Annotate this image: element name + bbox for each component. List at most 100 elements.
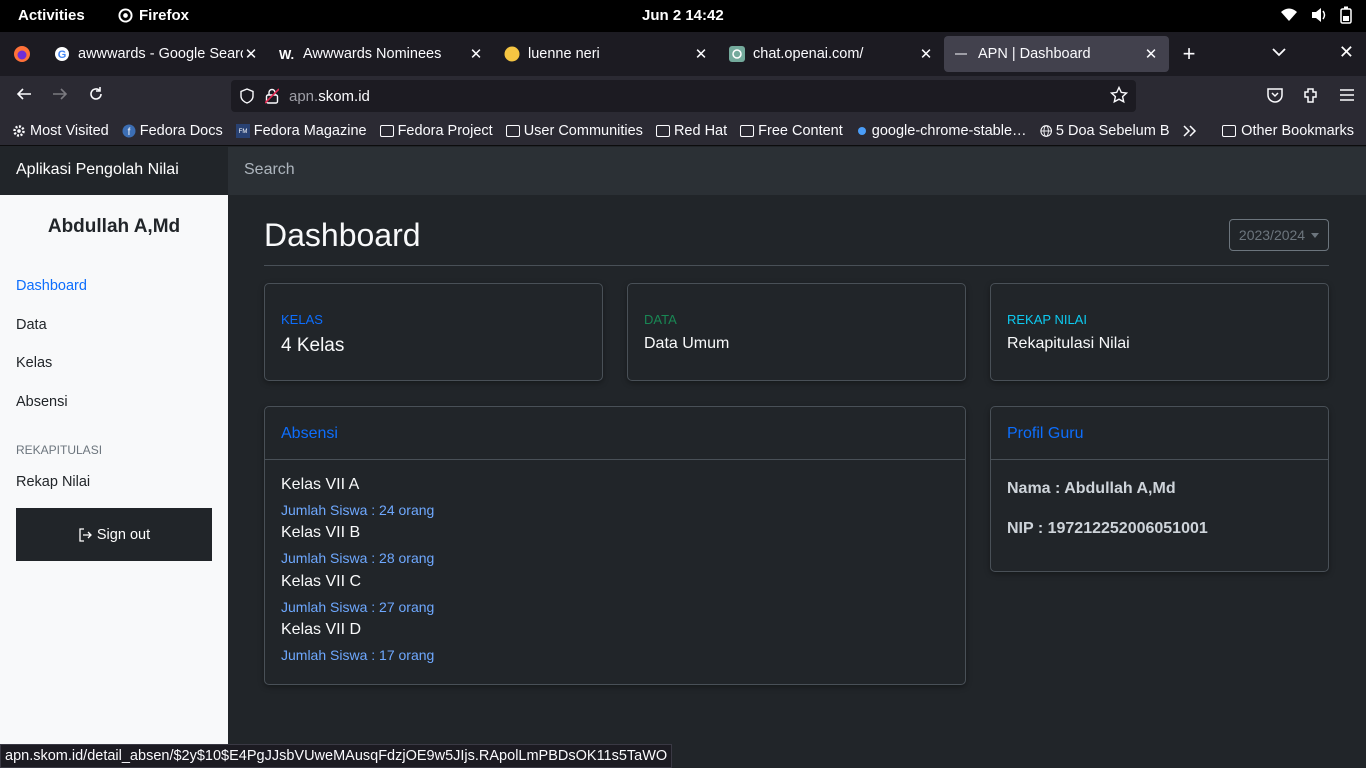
absensi-header: Absensi <box>265 407 965 460</box>
navigation-toolbar: apn.skom.id <box>0 76 1366 116</box>
sidebar: Abdullah A,Md Dashboard Data Kelas Absen… <box>0 195 228 744</box>
window-close-button[interactable]: ✕ <box>1339 42 1354 63</box>
bookmark-fedora-magazine[interactable]: FM Fedora Magazine <box>235 123 367 139</box>
hamburger-menu-icon[interactable] <box>1338 86 1356 104</box>
kelas-name: Kelas VII B <box>281 524 361 541</box>
sidebar-item-rekap-nilai[interactable]: Rekap Nilai <box>16 474 90 490</box>
tab-title: chat.openai.com/ <box>753 46 864 62</box>
search-input[interactable]: Search <box>228 147 1366 195</box>
bookmark-most-visited[interactable]: Most Visited <box>12 123 109 139</box>
fm-icon: FM <box>235 123 250 138</box>
bookmark-label: Fedora Project <box>397 122 493 139</box>
reload-icon <box>90 86 102 100</box>
page-title: Dashboard <box>264 217 421 253</box>
pocket-icon[interactable] <box>1266 86 1284 104</box>
title-divider <box>264 265 1329 266</box>
site-icon <box>955 53 967 55</box>
extensions-icon[interactable] <box>1302 86 1320 104</box>
firefox-view-button[interactable] <box>0 32 44 76</box>
activities-button[interactable]: Activities <box>18 7 85 24</box>
absensi-item[interactable]: Kelas VII C Jumlah Siswa : 27 orang <box>281 573 434 615</box>
kelas-name: Kelas VII D <box>281 621 362 638</box>
close-tab-icon[interactable]: ✕ <box>693 45 709 63</box>
app-brand[interactable]: Aplikasi Pengolah Nilai <box>0 147 228 195</box>
url-text: apn.skom.id <box>289 88 370 105</box>
globe-icon <box>1039 124 1052 137</box>
bookmark-label: User Communities <box>523 122 643 139</box>
firefox-app-icon <box>118 8 133 23</box>
tab-awwwards-nominees[interactable]: W. Awwwards Nominees ✕ <box>269 36 494 72</box>
card-rekap-value: Rekapitulasi Nilai <box>1007 335 1130 352</box>
close-tab-icon[interactable]: ✕ <box>918 45 934 63</box>
bookmark-star-button[interactable] <box>1109 85 1129 108</box>
awwwards-icon: W. <box>279 47 294 62</box>
bookmark-5-doa[interactable]: 5 Doa Sebelum B <box>1039 122 1170 139</box>
url-bar[interactable]: apn.skom.id <box>231 80 1136 112</box>
clock[interactable]: Jun 2 14:42 <box>642 7 724 24</box>
other-bookmarks-label: Other Bookmarks <box>1241 123 1354 139</box>
yellow-circle-icon <box>504 46 520 62</box>
bookmark-folder-fedora-project[interactable]: Fedora Project <box>379 122 493 139</box>
bookmarks-overflow-button[interactable] <box>1183 124 1197 137</box>
year-dropdown[interactable]: 2023/2024 <box>1229 219 1329 251</box>
forward-button[interactable] <box>42 86 78 107</box>
absensi-item[interactable]: Kelas VII B Jumlah Siswa : 28 orang <box>281 524 434 566</box>
bookmark-fedora-docs[interactable]: f Fedora Docs <box>122 123 223 139</box>
insecure-lock-icon <box>265 88 279 104</box>
card-kelas-label: KELAS <box>281 312 323 327</box>
bookmark-folder-red-hat[interactable]: Red Hat <box>655 122 728 139</box>
kelas-count[interactable]: Jumlah Siswa : 24 orang <box>281 502 434 518</box>
svg-text:G: G <box>58 49 67 61</box>
folder-icon <box>1222 125 1237 137</box>
kelas-count[interactable]: Jumlah Siswa : 27 orang <box>281 599 434 615</box>
tab-title: Awwwards Nominees <box>303 46 442 62</box>
url-host-domain: skom.id <box>318 87 370 105</box>
sidebar-item-absensi[interactable]: Absensi <box>16 394 68 410</box>
absensi-item[interactable]: Kelas VII D Jumlah Siswa : 17 orang <box>281 621 434 663</box>
card-data[interactable]: DATA Data Umum <box>627 283 966 381</box>
absensi-item[interactable]: Kelas VII A Jumlah Siswa : 24 orang <box>281 476 434 518</box>
reload-button[interactable] <box>78 86 114 107</box>
openai-icon <box>729 46 745 62</box>
kelas-name: Kelas VII C <box>281 573 362 590</box>
sidebar-heading-rekapitulasi: REKAPITULASI <box>16 443 103 457</box>
sidebar-item-kelas[interactable]: Kelas <box>16 355 52 371</box>
folder-icon <box>505 124 520 137</box>
app-menu[interactable]: Firefox <box>118 7 189 24</box>
tab-google-search[interactable]: G awwwards - Google Search ✕ <box>44 36 269 72</box>
bookmark-google-chrome[interactable]: google-chrome-stable… <box>856 123 1027 139</box>
arrow-right-icon <box>53 87 68 100</box>
sidebar-item-data[interactable]: Data <box>16 317 47 333</box>
close-tab-icon[interactable]: ✕ <box>468 45 484 63</box>
list-all-tabs-button[interactable] <box>1272 44 1286 62</box>
kelas-count[interactable]: Jumlah Siswa : 28 orang <box>281 550 434 566</box>
sidebar-user-name: Abdullah A,Md <box>47 216 181 237</box>
profil-nip: NIP : 197212252006051001 <box>1007 520 1208 537</box>
other-bookmarks[interactable]: Other Bookmarks <box>1222 123 1354 139</box>
url-host-prefix: apn. <box>289 87 319 105</box>
bookmark-folder-free-content[interactable]: Free Content <box>740 123 843 139</box>
battery-icon <box>1340 6 1352 24</box>
bookmark-folder-user-communities[interactable]: User Communities <box>505 122 643 139</box>
system-tray[interactable] <box>1280 6 1352 24</box>
google-icon: G <box>55 47 69 61</box>
bookmark-label: Red Hat <box>673 122 728 139</box>
sidebar-item-dashboard[interactable]: Dashboard <box>16 278 87 294</box>
sign-out-icon <box>79 527 92 542</box>
card-rekap-nilai[interactable]: REKAP NILAI Rekapitulasi Nilai <box>990 283 1329 381</box>
tab-chat-openai[interactable]: chat.openai.com/ ✕ <box>719 36 944 72</box>
tab-strip: G awwwards - Google Search ✕ W. Awwwards… <box>0 32 1366 76</box>
tab-apn-dashboard[interactable]: APN | Dashboard ✕ <box>944 36 1169 72</box>
card-rekap-label: REKAP NILAI <box>1007 312 1087 327</box>
app-name: Firefox <box>139 7 190 24</box>
close-tab-icon[interactable]: ✕ <box>243 45 259 63</box>
kelas-count[interactable]: Jumlah Siswa : 17 orang <box>281 647 434 663</box>
new-tab-button[interactable]: + <box>1169 41 1209 67</box>
card-kelas[interactable]: KELAS 4 Kelas <box>264 283 603 381</box>
sign-out-button[interactable]: Sign out <box>16 508 212 561</box>
bookmark-label: 5 Doa Sebelum B <box>1055 122 1170 139</box>
web-page: Aplikasi Pengolah Nilai Search Abdullah … <box>0 147 1366 744</box>
back-button[interactable] <box>6 86 42 107</box>
tab-luenne-neri[interactable]: luenne neri ✕ <box>494 36 719 72</box>
close-tab-icon[interactable]: ✕ <box>1143 45 1159 63</box>
